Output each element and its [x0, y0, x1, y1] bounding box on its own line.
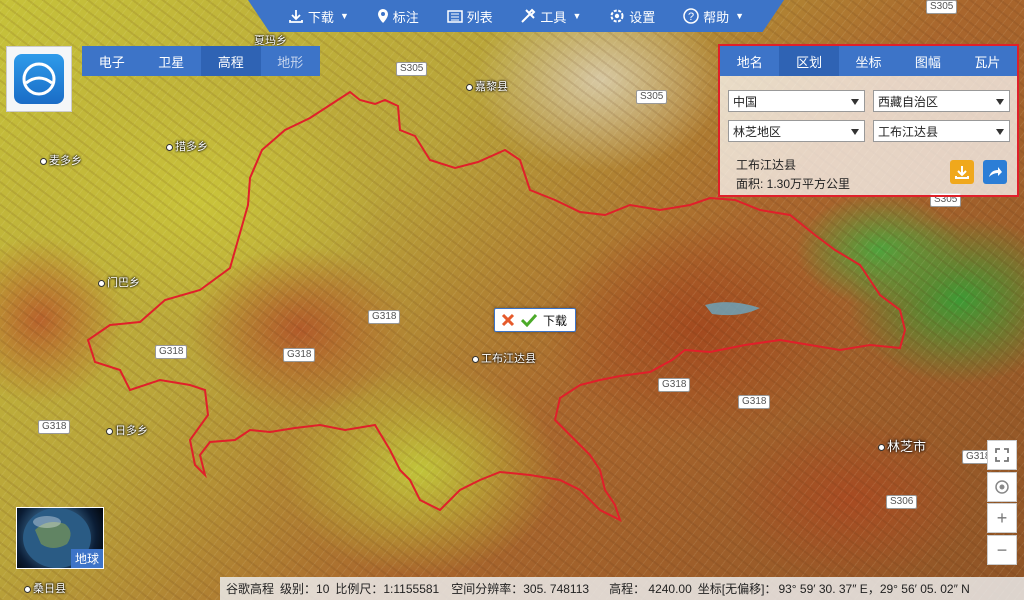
annotate-label: 标注 — [392, 9, 419, 25]
place-label: 日多乡 — [106, 422, 148, 438]
share-region-button[interactable] — [983, 160, 1007, 184]
globe-logo-icon — [14, 54, 64, 104]
place-label: 桑日县 — [24, 580, 66, 596]
status-scale: 比例尺：1:1155581 — [335, 582, 440, 596]
tab-map-sheet[interactable]: 图幅 — [898, 46, 957, 76]
tab-terrain[interactable]: 地形 — [261, 46, 321, 76]
locate-icon — [995, 480, 1009, 494]
road-label: S306 — [886, 495, 918, 509]
list-button[interactable]: 列表 — [446, 7, 493, 26]
pin-icon — [377, 9, 388, 23]
zoom-in-button[interactable]: + — [987, 503, 1017, 533]
road-label: G318 — [155, 345, 188, 359]
place-label: 工布江达县 — [472, 350, 536, 366]
status-resolution: 空间分辨率：305. 748113 — [451, 582, 590, 596]
share-arrow-icon — [989, 167, 1002, 177]
place-label: 措多乡 — [166, 138, 208, 154]
place-label: 门巴乡 — [98, 274, 140, 290]
place-label: 麦多乡 — [40, 152, 82, 168]
settings-label: 设置 — [629, 9, 656, 25]
fullscreen-icon — [995, 448, 1009, 462]
check-icon[interactable] — [521, 313, 537, 327]
fullscreen-button[interactable] — [987, 440, 1017, 470]
minus-icon: − — [996, 539, 1008, 560]
chevron-down-icon: ▼ — [572, 11, 582, 21]
download-region-button[interactable] — [950, 160, 974, 184]
annotate-button[interactable]: 标注 — [377, 7, 419, 26]
road-label: S305 — [926, 0, 958, 14]
help-menu[interactable]: ? 帮助 ▼ — [683, 7, 744, 26]
top-toolbar: 下载 ▼ 标注 列表 工具 ▼ 设置 ? 帮助 ▼ — [248, 0, 784, 32]
tab-tile[interactable]: 瓦片 — [958, 46, 1017, 76]
status-level: 级别：10 — [280, 582, 330, 596]
download-menu[interactable]: 下载 ▼ — [288, 7, 349, 26]
tab-coordinate[interactable]: 坐标 — [839, 46, 898, 76]
app-logo[interactable] — [6, 46, 72, 112]
list-icon — [446, 9, 463, 23]
status-source: 谷歌高程 — [226, 582, 275, 596]
road-label: S305 — [396, 62, 428, 76]
globe-view-toggle[interactable]: 地球 — [16, 507, 104, 569]
gear-icon — [610, 9, 624, 23]
road-label: G318 — [658, 378, 691, 392]
tab-division[interactable]: 区划 — [779, 46, 839, 76]
tab-electronic[interactable]: 电子 — [82, 46, 142, 76]
download-menu-label: 下载 — [307, 9, 334, 25]
plus-icon: + — [996, 507, 1008, 528]
svg-text:?: ? — [688, 11, 694, 23]
globe-label: 地球 — [70, 549, 103, 568]
panel-tabs: 地名 区划 坐标 图幅 瓦片 — [720, 46, 1017, 76]
prefecture-select[interactable]: 林芝地区 — [728, 120, 865, 142]
road-label: G318 — [368, 310, 401, 324]
region-search-panel: 地名 区划 坐标 图幅 瓦片 中国 西藏自治区 林芝地区 工布江达县 工布江达县… — [718, 44, 1019, 197]
county-select[interactable]: 工布江达县 — [873, 120, 1010, 142]
status-bar: 谷歌高程 级别：10 比例尺：1:1155581 空间分辨率：305. 7481… — [220, 577, 1024, 600]
chevron-down-icon: ▼ — [735, 11, 744, 21]
region-area: 面积: 1.30万平方公里 — [736, 177, 851, 191]
download-icon — [955, 166, 969, 179]
road-label: G318 — [38, 420, 71, 434]
country-select[interactable]: 中国 — [728, 90, 865, 112]
zoom-out-button[interactable]: − — [987, 535, 1017, 565]
locate-button[interactable] — [987, 472, 1017, 502]
help-icon: ? — [683, 8, 699, 24]
tools-icon — [521, 8, 536, 23]
tab-place-name[interactable]: 地名 — [720, 46, 779, 76]
division-selects: 中国 西藏自治区 林芝地区 工布江达县 — [720, 90, 1017, 142]
settings-button[interactable]: 设置 — [609, 7, 655, 26]
road-label: S305 — [636, 90, 668, 104]
map-type-tabs: 电子 卫星 高程 地形 — [82, 46, 320, 76]
place-label: 嘉黎县 — [466, 78, 508, 94]
help-label: 帮助 — [703, 9, 730, 25]
road-label: G318 — [738, 395, 771, 409]
status-coord-value: 93° 59′ 30. 37″ E，29° 56′ 05. 02″ N — [778, 582, 970, 596]
tools-menu[interactable]: 工具 ▼ — [520, 7, 581, 26]
region-info: 工布江达县 面积: 1.30万平方公里 — [736, 156, 850, 194]
tools-label: 工具 — [540, 9, 567, 25]
popup-download-label[interactable]: 下载 — [543, 312, 567, 329]
road-label: G318 — [283, 348, 316, 362]
tab-elevation[interactable]: 高程 — [201, 46, 261, 76]
download-icon — [289, 10, 303, 23]
list-label: 列表 — [466, 9, 493, 25]
city-label: 林芝市 — [878, 436, 926, 455]
status-coord-label: 坐标[无偏移]： — [697, 582, 777, 596]
download-popup: 下载 — [494, 308, 576, 332]
close-icon[interactable] — [501, 313, 515, 327]
chevron-down-icon: ▼ — [339, 11, 349, 21]
province-select[interactable]: 西藏自治区 — [873, 90, 1010, 112]
tab-satellite[interactable]: 卫星 — [142, 46, 202, 76]
status-elevation: 高程： 4240.00 — [609, 582, 692, 596]
region-name: 工布江达县 — [736, 158, 797, 172]
